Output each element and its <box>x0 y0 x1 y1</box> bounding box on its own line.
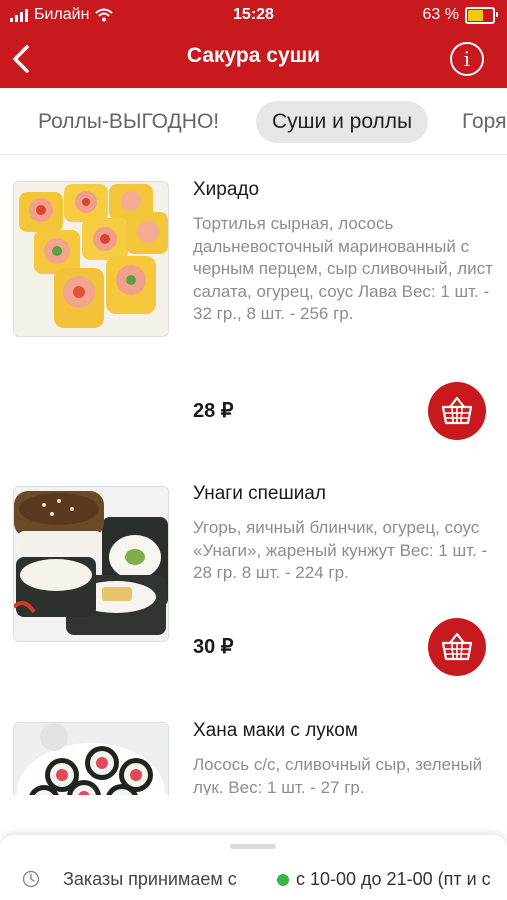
product-price: 30 ₽ <box>193 636 234 658</box>
product-name: Хирадо <box>193 179 260 200</box>
product-image <box>13 722 169 795</box>
open-status-dot <box>277 874 289 886</box>
list-item[interactable]: Хирадо Тортилья сырная, лосось дальневос… <box>0 155 507 445</box>
header: Сакура суши i <box>0 30 507 88</box>
add-to-cart-button[interactable] <box>428 618 486 676</box>
roll-photo <box>14 723 168 795</box>
product-name: Хана маки с луком <box>193 720 358 741</box>
product-description: Лосось с/с, сливочный сыр, зеленый лук. … <box>193 755 483 795</box>
basket-icon <box>441 632 473 661</box>
battery-percent: 63 % <box>422 6 459 23</box>
product-image <box>13 181 169 337</box>
product-description: Тортилья сырная, лосось дальневосточный … <box>193 214 493 323</box>
page-title: Сакура суши <box>186 44 321 67</box>
status-right: 63 % <box>422 6 498 24</box>
tab-rolls-deal[interactable]: Роллы-ВЫГОДНО! <box>38 101 219 143</box>
product-name: Унаги спешиал <box>193 483 326 504</box>
working-hours-text: с 10-00 до 21-00 (пт и с <box>296 869 491 889</box>
product-price: 28 ₽ <box>193 400 234 422</box>
tab-hot[interactable]: Горя <box>462 101 506 143</box>
list-item[interactable]: Хана маки с луком Лосось с/с, сливочный … <box>0 695 507 795</box>
roll-photo <box>14 487 168 641</box>
product-description: Угорь, яичный блинчик, огурец, соус «Уна… <box>193 518 488 582</box>
list-item[interactable]: Унаги спешиал Угорь, яичный блинчик, огу… <box>0 455 507 695</box>
top-bar: Билайн 15:28 63 % Сакура суши i <box>0 0 507 88</box>
battery-icon <box>465 6 498 24</box>
product-list: Хирадо Тортилья сырная, лосось дальневос… <box>0 155 507 795</box>
category-tabs: Роллы-ВЫГОДНО! Суши и роллы Горя <box>0 88 507 155</box>
add-to-cart-button[interactable] <box>428 382 486 440</box>
orders-accepted-label: Заказы принимаем с <box>63 869 237 889</box>
info-icon[interactable]: i <box>450 42 484 76</box>
tab-sushi-rolls[interactable]: Суши и роллы <box>256 101 429 143</box>
working-hours-sheet[interactable]: Заказы принимаем с с 10-00 до 21-00 (пт … <box>0 835 507 900</box>
product-image <box>13 486 169 642</box>
basket-icon <box>441 396 473 425</box>
roll-photo <box>14 182 168 336</box>
clock-icon <box>22 870 40 888</box>
status-bar: Билайн 15:28 63 % <box>0 0 507 30</box>
sheet-drag-handle[interactable] <box>230 844 276 849</box>
